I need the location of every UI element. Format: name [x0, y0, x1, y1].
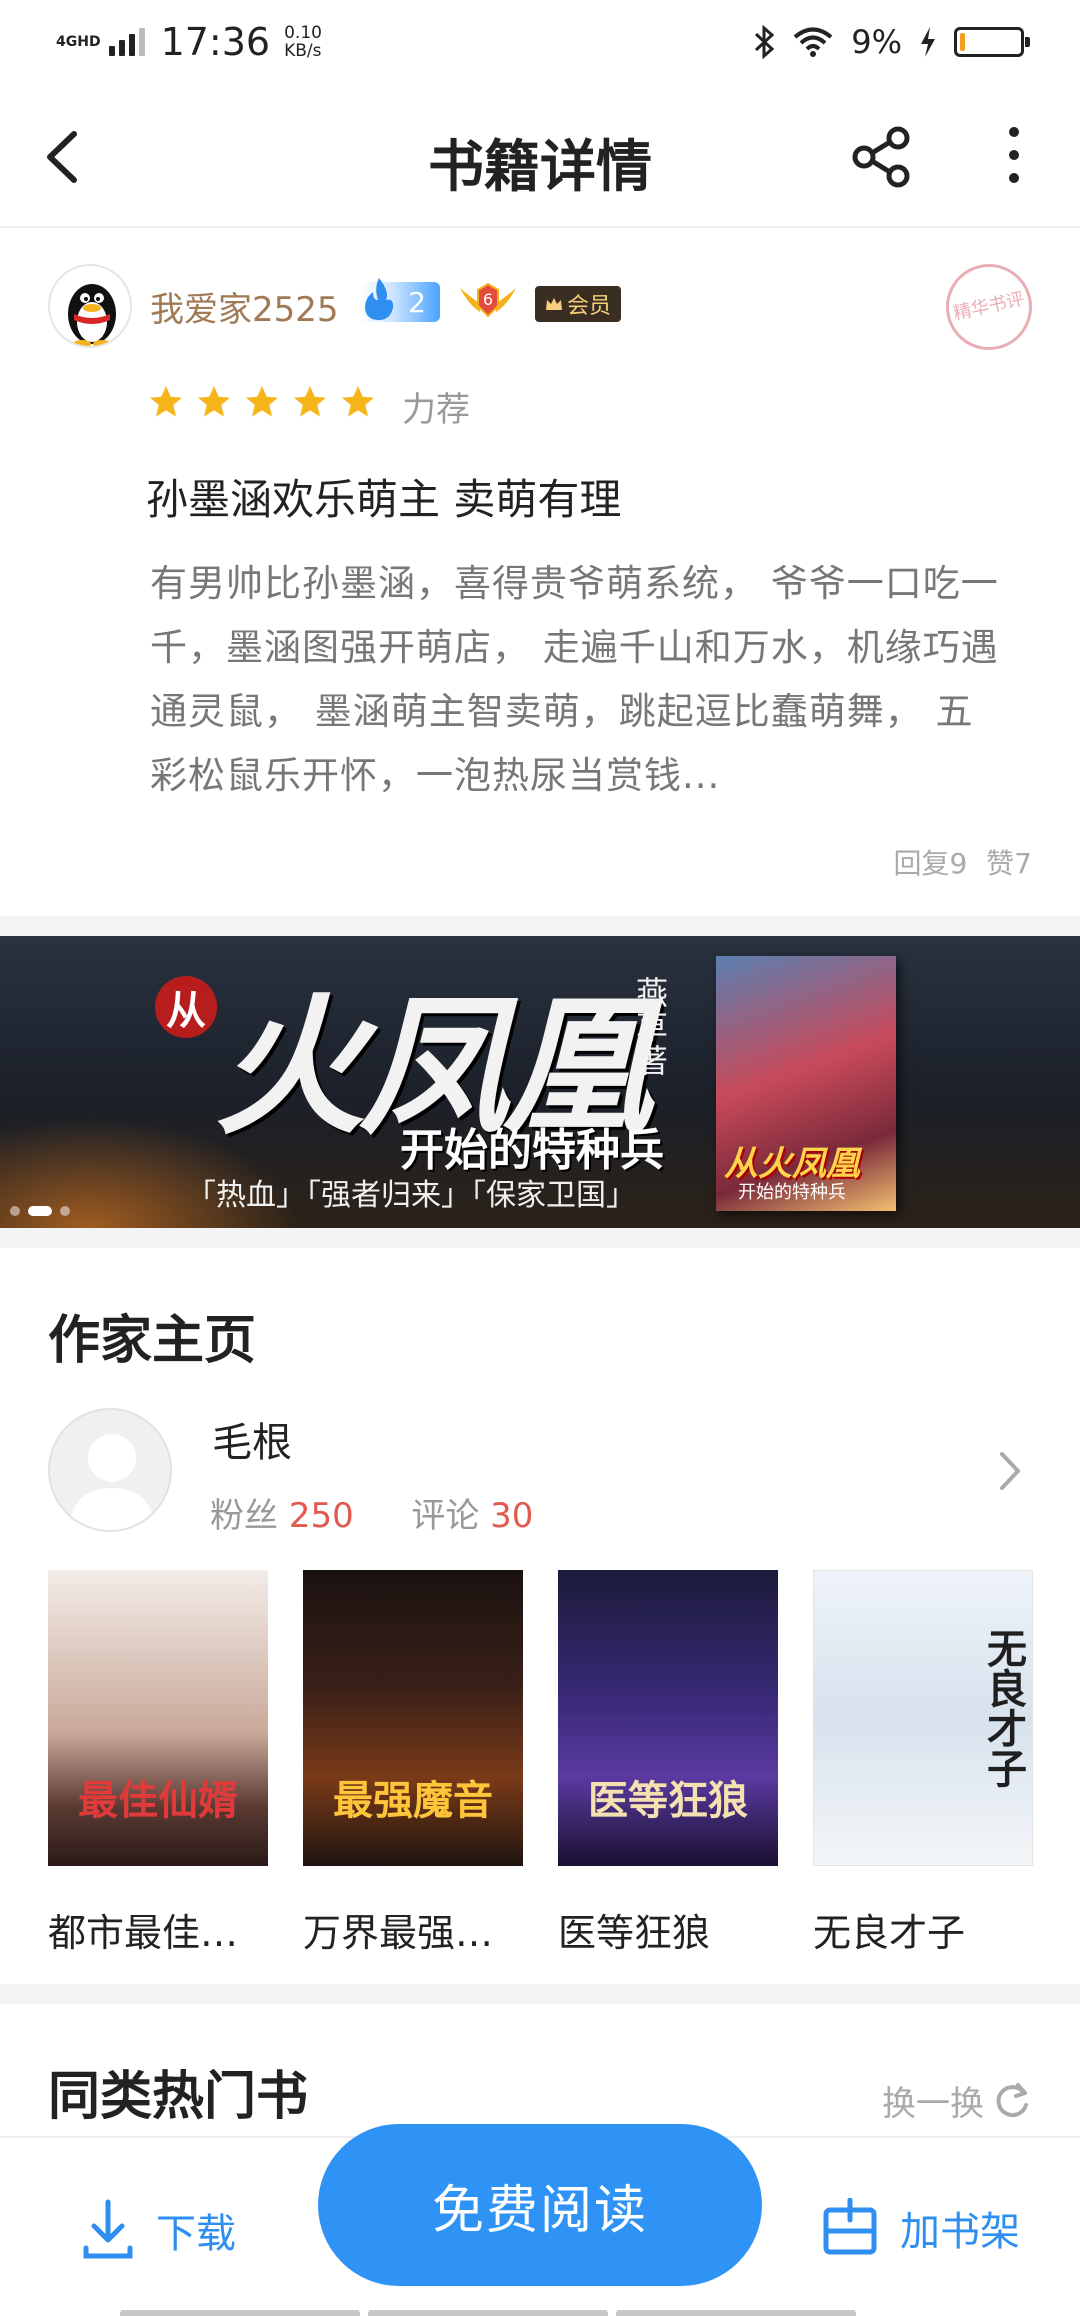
author-name[interactable]: 毛根 [212, 1410, 292, 1468]
crown-icon [546, 298, 562, 310]
star-icon [246, 386, 278, 417]
vip-badge: 会员 [535, 286, 622, 322]
author-section: 作家主页 毛根 粉丝 250 评论 30 最佳仙婿 都市最佳… 最强魔音 万界最… [0, 1248, 1080, 1984]
fans-count: 250 [288, 1496, 354, 1536]
book-cover[interactable]: 无良才子 [813, 1570, 1033, 1866]
penguin-avatar-icon [68, 284, 116, 346]
book-cover-title: 最强魔音 [333, 1778, 493, 1824]
carousel-dot[interactable] [10, 1206, 20, 1216]
vip-label: 会员 [567, 294, 612, 319]
download-icon [83, 2199, 133, 2259]
page-title: 书籍详情 [428, 135, 652, 200]
book-title[interactable]: 医等狂狼 [558, 1902, 778, 1957]
divider [0, 1228, 1080, 1248]
book-cover-title: 无良才子 [980, 1628, 1026, 1788]
carousel-dot[interactable] [28, 1206, 52, 1216]
like-count[interactable]: 赞7 [986, 847, 1032, 880]
book-cover-title: 医等狂狼 [588, 1778, 748, 1824]
level-number: 2 [408, 285, 426, 319]
banner-tags: 「热血」「强者归来」「保家卫国」 [186, 1178, 636, 1213]
net-speed-value: 0.10 [284, 23, 322, 43]
refresh-icon [996, 2082, 1028, 2117]
book-title[interactable]: 无良才子 [813, 1902, 1033, 1957]
book-title[interactable]: 万界最强… [303, 1902, 523, 1957]
banner-author: 燕草著 [635, 974, 668, 1080]
comments-label: 评论 [411, 1496, 480, 1536]
net-speed-unit: KB/s [284, 41, 322, 61]
system-nav-indicator [120, 2310, 856, 2316]
review-title: 孙墨涵欢乐萌主 卖萌有理 [146, 475, 622, 524]
banner-prefix: 从 [155, 976, 217, 1038]
bottom-action-bar: 下载 免费阅读 加书架 [0, 2124, 1080, 2316]
battery-fill [960, 33, 965, 51]
fans-label: 粉丝 [210, 1496, 278, 1536]
refresh-button[interactable]: 换一换 [882, 2076, 1032, 2125]
banner-cover-subtitle: 开始的特种兵 [738, 1182, 846, 1203]
reviewer-avatar[interactable] [48, 264, 132, 348]
default-avatar-icon [68, 1434, 156, 1530]
book-cover-title: 最佳仙婿 [78, 1778, 238, 1824]
charging-icon [921, 27, 935, 57]
download-button[interactable]: 下载 [80, 2198, 236, 2262]
promo-banner[interactable]: 从 火凤凰 燕草著 开始的特种兵 「热血」「强者归来」「保家卫国」 从火凤凰 开… [0, 936, 1080, 1228]
review-meta: 回复9 赞7 [893, 842, 1032, 882]
section-title-author: 作家主页 [48, 1311, 257, 1371]
banner-book-cover: 从火凤凰 开始的特种兵 [716, 956, 896, 1211]
nav-bar: 书籍详情 [0, 84, 1080, 228]
battery-icon [954, 27, 1030, 57]
banner-subtitle: 开始的特种兵 [400, 1125, 664, 1176]
reviewer-name[interactable]: 我爱家2525 [150, 282, 339, 331]
book-cover[interactable]: 最强魔音 [303, 1570, 523, 1866]
carousel-dot[interactable] [60, 1206, 70, 1216]
signal-icon [108, 28, 145, 56]
medal-badge-icon: 6 [460, 282, 516, 318]
level-badge: 2 [360, 278, 440, 322]
author-books: 最佳仙婿 都市最佳… 最强魔音 万界最强… 医等狂狼 医等狂狼 无良才子 无良才… [48, 1570, 1033, 1957]
star-icon [342, 386, 374, 417]
author-stats: 粉丝 250 评论 30 [210, 1488, 533, 1537]
review-body: 有男帅比孙墨涵，喜得贵爷萌系统， 爷爷一口吃一千，墨涵图强开萌店， 走遍千山和万… [150, 562, 999, 797]
bookshelf-add-icon [823, 2198, 877, 2255]
book-item[interactable]: 最强魔音 万界最强… [303, 1570, 523, 1957]
flame-icon [365, 278, 394, 320]
carousel-dots[interactable] [10, 1206, 70, 1216]
network-type: 4GHD [56, 34, 101, 50]
medal-number: 6 [483, 290, 493, 309]
divider [0, 916, 1080, 936]
section-title-hot: 同类热门书 [48, 2067, 309, 2127]
star-icon [150, 386, 182, 417]
book-title[interactable]: 都市最佳… [48, 1902, 268, 1957]
comments-count: 30 [490, 1496, 534, 1536]
book-item[interactable]: 医等狂狼 医等狂狼 [558, 1570, 778, 1957]
book-item[interactable]: 最佳仙婿 都市最佳… [48, 1570, 268, 1957]
rating-label: 力荐 [402, 390, 470, 430]
review-card[interactable]: 我爱家2525 2 6 会员 精华书评 力荐 孙墨涵欢乐萌主 卖萌有理 有男帅比… [0, 230, 1080, 916]
status-bar: 4GHD 17:36 0.10 KB/s 9% [0, 0, 1080, 84]
featured-review-stamp: 精华书评 [937, 255, 1041, 359]
star-icon [294, 386, 326, 417]
author-avatar[interactable] [48, 1408, 172, 1532]
rating-stars [148, 384, 376, 420]
bluetooth-icon [755, 25, 775, 59]
star-icon [198, 386, 230, 417]
book-item[interactable]: 无良才子 无良才子 [813, 1570, 1033, 1957]
book-cover[interactable]: 医等狂狼 [558, 1570, 778, 1866]
clock: 17:36 [160, 20, 271, 64]
reply-count[interactable]: 回复9 [893, 847, 967, 880]
battery-percent: 9% [851, 23, 902, 61]
download-label: 下载 [156, 2211, 236, 2257]
divider [0, 1984, 1080, 2004]
more-options-icon[interactable] [990, 120, 1038, 190]
chevron-right-icon[interactable] [996, 1448, 1026, 1494]
refresh-label: 换一换 [882, 2084, 984, 2124]
similar-hot-books-section: 同类热门书 换一换 [0, 2004, 1080, 2134]
add-to-shelf-label: 加书架 [900, 2209, 1020, 2255]
free-read-button[interactable]: 免费阅读 [318, 2124, 762, 2286]
net-speed: 0.10 KB/s [284, 24, 322, 60]
book-cover[interactable]: 最佳仙婿 [48, 1570, 268, 1866]
wifi-icon [793, 27, 833, 57]
add-to-shelf-button[interactable]: 加书架 [820, 2198, 1020, 2258]
share-icon[interactable] [846, 122, 916, 192]
